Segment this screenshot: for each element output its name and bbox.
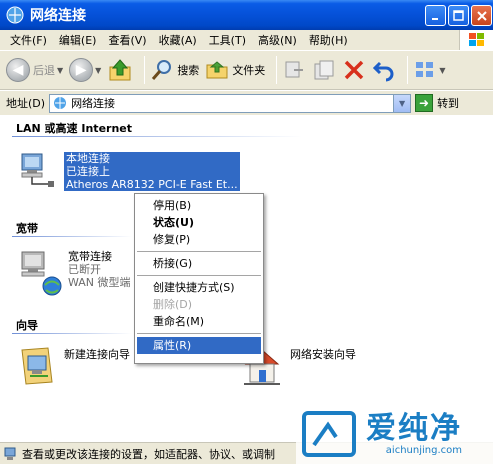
menu-separator [137,333,261,334]
menu-item-rename[interactable]: 重命名(M) [135,313,263,330]
views-dropdown-icon[interactable]: ▼ [439,66,445,75]
delete-x-icon [345,60,364,80]
forward-arrow-icon: ▶ [69,58,94,82]
menu-separator [137,275,261,276]
go-label: 转到 [437,97,460,110]
address-value: 网络连接 [71,97,116,110]
back-dropdown-icon[interactable]: ▼ [57,66,63,75]
views-icon [416,62,434,77]
menu-help[interactable]: 帮助(H) [303,32,354,48]
connection-device: WAN 微型端 [68,276,131,289]
maximize-button[interactable] [448,5,469,26]
copy-to-icon [314,60,334,80]
group-divider [12,333,132,334]
new-connection-wizard-icon [21,347,53,385]
connection-device: Atheros AR8132 PCI-E Fast Et... [64,178,240,191]
address-label: 地址(D) [6,97,46,110]
status-text: 查看或更改该连接的设置，如适配器、协议、或调制 [22,447,275,461]
address-bar: 地址(D) 网络连接 ▼ ➜ 转到 [0,91,493,115]
connection-name: 宽带连接 [68,250,112,263]
broadband-computer-icon [21,251,62,296]
watermark-title: 爱纯净 [366,410,462,446]
connection-local[interactable]: 本地连接 已连接上 Atheros AR8132 PCI-E Fast Et..… [18,152,240,192]
move-to-icon [285,61,304,78]
menu-separator [137,251,261,252]
watermark-logo-icon [302,411,356,457]
menu-item-properties[interactable]: 属性(R) [137,337,261,354]
group-divider [12,136,302,137]
group-divider [12,236,132,237]
menu-item-create-shortcut[interactable]: 创建快捷方式(S) [135,279,263,296]
minimize-icon [431,17,438,20]
menu-item-bridge[interactable]: 桥接(G) [135,255,263,272]
toolbar-separator [407,56,409,84]
folder-icon [206,61,228,79]
menu-favorites[interactable]: 收藏(A) [153,32,203,48]
close-button[interactable] [471,5,492,26]
folders-button[interactable]: 文件夹 [205,58,265,82]
delete-button[interactable] [342,58,366,82]
up-button[interactable] [107,57,133,83]
connection-name: 本地连接 [64,152,240,165]
group-header-lan: LAN 或高速 Internet [16,122,133,135]
menu-view[interactable]: 查看(V) [102,32,152,48]
search-icon [152,60,172,80]
address-input[interactable]: 网络连接 ▼ [49,93,412,113]
group-header-wizard: 向导 [16,319,38,332]
connection-broadband[interactable]: 宽带连接 已断开 WAN 微型端 [18,250,131,296]
menu-edit[interactable]: 编辑(E) [53,32,103,48]
network-status-icon [4,447,16,460]
go-arrow-icon: ➜ [415,94,434,112]
group-header-broadband: 宽带 [16,222,38,235]
back-label: 后退 [33,64,55,77]
connection-status: 已连接上 [64,165,240,178]
toolbar-separator [144,56,146,84]
wizard-name: 新建连接向导 [64,348,130,361]
menu-item-disable[interactable]: 停用(B) [135,197,263,214]
forward-button[interactable]: ▶ ▼ [69,58,101,82]
windows-flag-icon [469,33,484,46]
address-dropdown-icon[interactable]: ▼ [393,94,411,112]
menu-tools[interactable]: 工具(T) [203,32,252,48]
back-arrow-icon: ◀ [6,58,30,82]
wizard-name: 网络安装向导 [290,348,356,361]
back-button[interactable]: ◀ 后退 ▼ [6,58,63,82]
menu-advanced[interactable]: 高级(N) [252,32,303,48]
menu-item-delete: 删除(D) [153,298,193,311]
network-connections-icon [6,6,24,24]
toolbar: ◀ 后退 ▼ ▶ ▼ 搜索 文件夹 ▼ [0,50,493,90]
forward-dropdown-icon[interactable]: ▼ [95,66,101,75]
menu-file[interactable]: 文件(F) [4,32,53,48]
views-button[interactable]: ▼ [413,58,445,82]
go-button[interactable]: ➜ 转到 [415,94,459,112]
copy-to-button[interactable] [312,58,336,82]
title-bar[interactable]: 网络连接 [0,0,493,30]
folder-up-icon [109,59,131,81]
undo-icon [373,61,394,82]
toolbar-separator [276,56,278,84]
search-label: 搜索 [177,64,200,77]
close-icon [476,10,487,21]
search-button[interactable]: 搜索 [150,58,199,82]
lan-computer-icon [21,153,54,187]
minimize-button[interactable] [425,5,446,26]
windows-logo [459,30,493,50]
connection-status: 已断开 [68,263,101,276]
menu-item-repair[interactable]: 修复(P) [135,231,263,248]
menu-bar: 文件(F) 编辑(E) 查看(V) 收藏(A) 工具(T) 高级(N) 帮助(H… [0,30,493,50]
undo-button[interactable] [372,58,396,82]
watermark-url: aichunjing.com [385,444,462,456]
move-to-button[interactable] [282,58,306,82]
menu-item-status[interactable]: 状态(U) [135,214,263,231]
watermark: 爱纯净 aichunjing.com [296,404,493,464]
context-menu: 停用(B) 状态(U) 修复(P) 桥接(G) 创建快捷方式(S) 删除(D) … [134,193,264,364]
window-title: 网络连接 [30,8,86,24]
network-connections-icon [54,97,67,109]
folders-label: 文件夹 [232,64,266,77]
maximize-icon [453,10,464,21]
wizard-new-connection[interactable]: 新建连接向导 [18,344,130,388]
